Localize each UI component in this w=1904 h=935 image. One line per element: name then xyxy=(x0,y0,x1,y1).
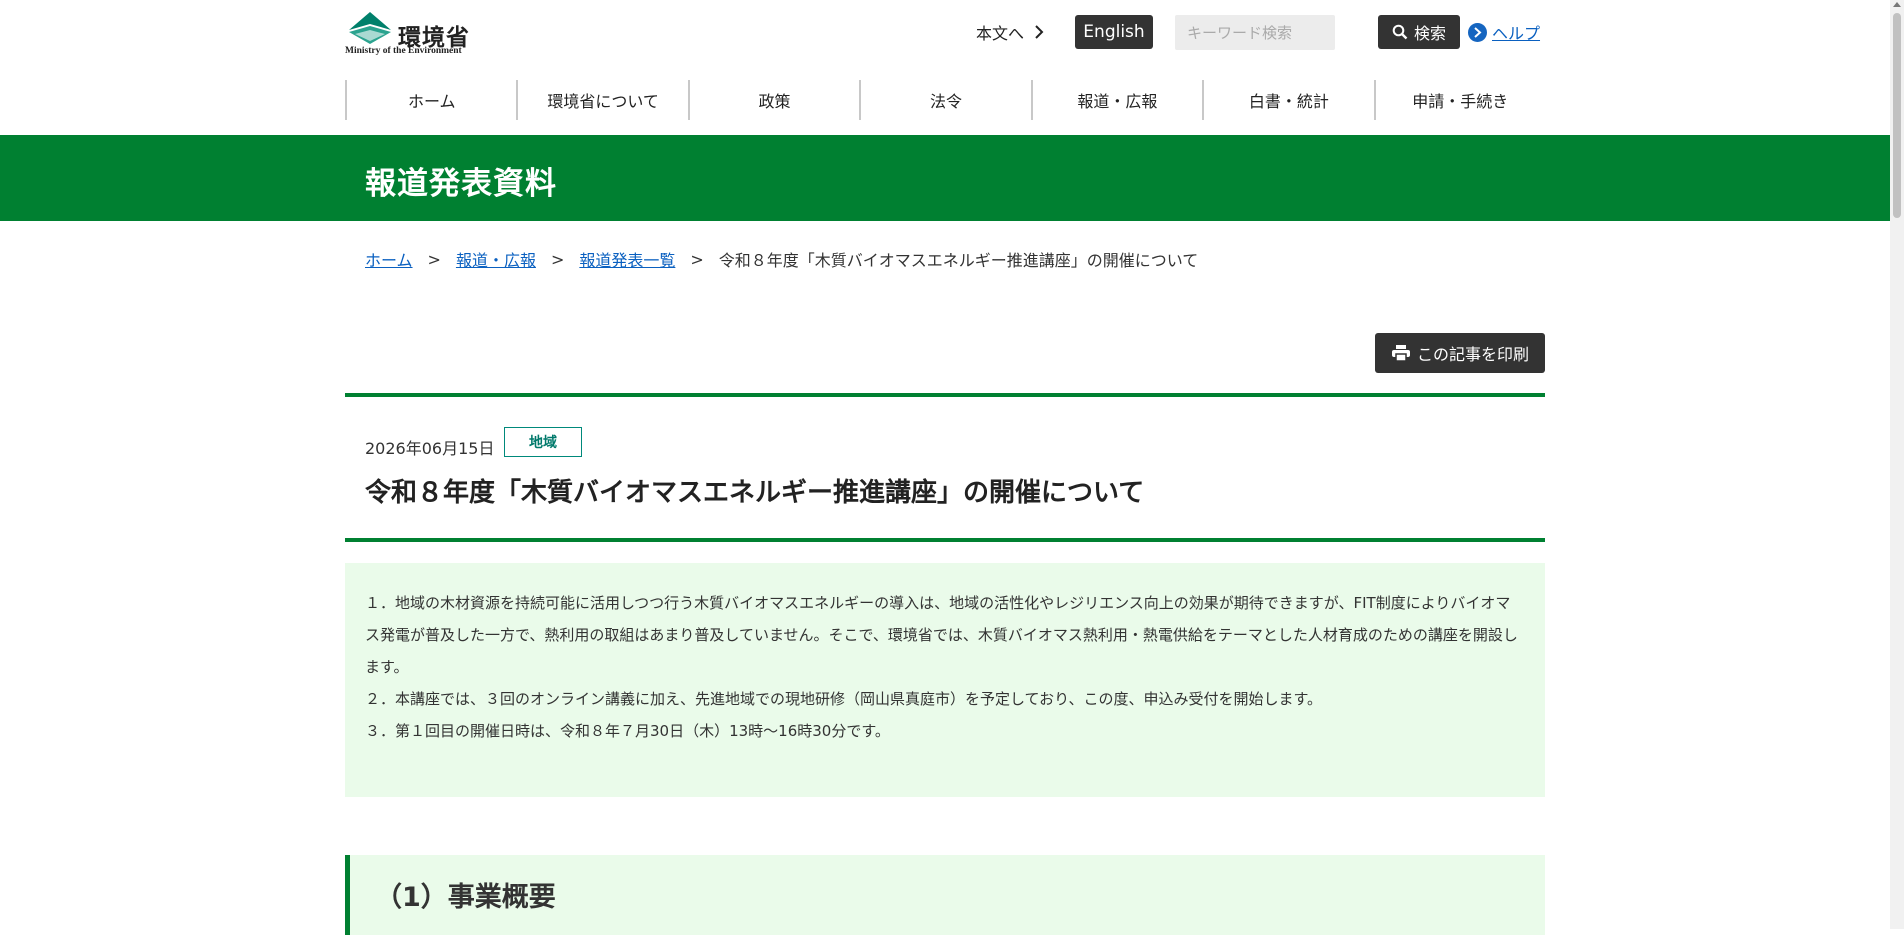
skip-to-content-link[interactable]: 本文へ xyxy=(976,20,1044,44)
title-top-rule xyxy=(345,393,1545,397)
arrow-circle-icon xyxy=(1468,22,1487,42)
search-button[interactable]: 検索 xyxy=(1378,15,1460,49)
summary-box: １．地域の木材資源を持続可能に活用しつつ行う木質バイオマスエネルギーの導入は、地… xyxy=(345,563,1545,797)
nav-item-home[interactable]: ホーム xyxy=(345,80,516,120)
page-scrollbar[interactable] xyxy=(1890,0,1904,929)
page-banner: 報道発表資料 xyxy=(0,135,1890,221)
category-tag: 地域 xyxy=(504,427,582,457)
nav-item-policy[interactable]: 政策 xyxy=(687,80,859,120)
nav-item-whitepaper[interactable]: 白書・統計 xyxy=(1202,80,1373,120)
print-article-button[interactable]: この記事を印刷 xyxy=(1375,333,1545,373)
breadcrumb-link-press[interactable]: 報道・広報 xyxy=(456,247,536,271)
scroll-up-icon[interactable] xyxy=(1893,2,1901,7)
title-bottom-rule xyxy=(345,538,1545,542)
english-button[interactable]: English xyxy=(1075,15,1153,49)
nav-item-about[interactable]: 環境省について xyxy=(516,80,687,120)
nav-item-press[interactable]: 報道・広報 xyxy=(1030,80,1202,120)
search-input[interactable] xyxy=(1175,15,1335,50)
logo-text-en: Ministry of the Environment xyxy=(345,46,462,56)
article-title: 令和８年度「木質バイオマスエネルギー推進講座」の開催について xyxy=(365,478,1145,508)
scrollbar-thumb[interactable] xyxy=(1893,13,1901,218)
search-button-label: 検索 xyxy=(1413,24,1446,43)
print-button-label: この記事を印刷 xyxy=(1416,345,1529,364)
breadcrumb-current: 令和８年度「木質バイオマスエネルギー推進講座」の開催について xyxy=(718,251,1199,270)
chevron-right-icon xyxy=(1035,25,1044,39)
breadcrumb-link-home[interactable]: ホーム xyxy=(365,247,413,271)
breadcrumb-separator: > xyxy=(550,249,565,269)
search-icon xyxy=(1392,24,1408,40)
breadcrumb-separator: > xyxy=(427,249,441,269)
summary-item: １．地域の木材資源を持続可能に活用しつつ行う木質バイオマスエネルギーの導入は、地… xyxy=(365,594,1518,676)
summary-item: ２．本講座では、３回のオンライン講義に加え、先進地域での現地研修（岡山県真庭市）… xyxy=(365,690,1323,708)
ministry-logo[interactable]: 環境省 Ministry of the Environment xyxy=(345,10,475,56)
logo-mark-icon xyxy=(349,12,391,44)
nav-item-law[interactable]: 法令 xyxy=(859,80,1030,120)
help-link-label: ヘルプ xyxy=(1492,24,1541,43)
section-heading: （1）事業概要 xyxy=(375,882,556,913)
article-date: 2026年06月15日 xyxy=(365,439,495,458)
nav-item-application[interactable]: 申請・手続き xyxy=(1373,80,1545,120)
summary-item: ３．第１回目の開催日時は、令和８年７月30日（木）13時～16時30分です。 xyxy=(365,722,890,740)
page-title: 報道発表資料 xyxy=(365,166,557,202)
global-nav: ホーム 環境省について 政策 法令 報道・広報 白書・統計 申請・手続き xyxy=(345,80,1545,120)
skip-link-label: 本文へ xyxy=(976,24,1025,43)
help-link[interactable]: ヘルプ xyxy=(1468,20,1540,44)
breadcrumb-separator: > xyxy=(690,249,704,269)
breadcrumb-link-press-list[interactable]: 報道発表一覧 xyxy=(579,247,675,271)
breadcrumb: ホーム > 報道・広報 > 報道発表一覧 > 令和８年度「木質バイオマスエネルギ… xyxy=(365,247,1198,271)
section-heading-box: （1）事業概要 xyxy=(345,855,1545,935)
printer-icon xyxy=(1391,345,1410,362)
